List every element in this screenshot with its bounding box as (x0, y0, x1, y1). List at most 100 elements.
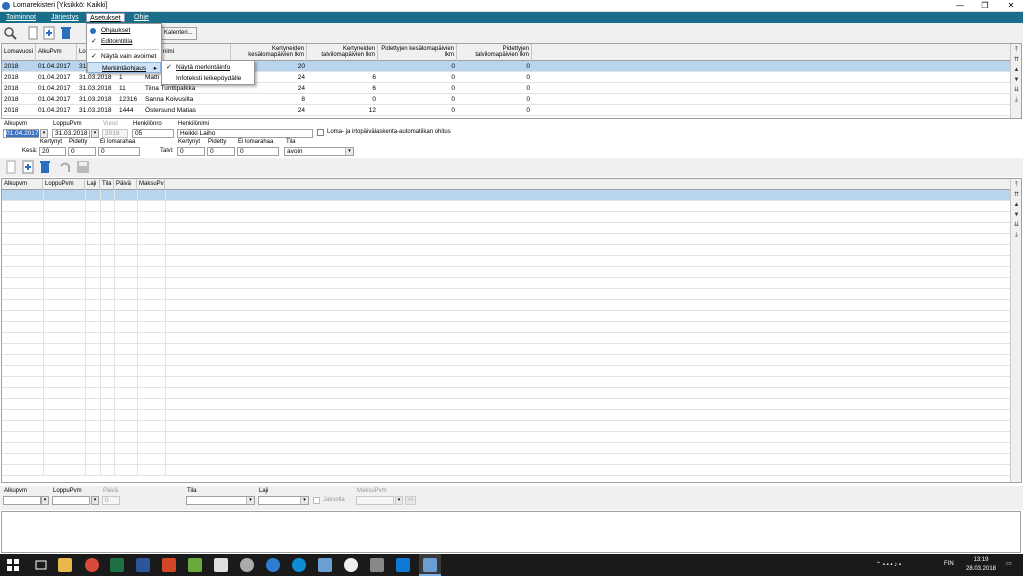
app-icon[interactable] (396, 558, 410, 572)
scroll-page-down-icon[interactable]: ⇊ (1012, 221, 1021, 230)
table-row[interactable] (2, 289, 1011, 300)
word-icon[interactable] (136, 558, 150, 572)
scroll-page-up-icon[interactable]: ⇈ (1012, 56, 1021, 65)
table-row[interactable] (2, 465, 1011, 476)
language-indicator[interactable]: FIN (944, 561, 954, 567)
loppupvm-calendar-icon[interactable]: ▾ (91, 129, 99, 138)
app-icon[interactable] (188, 558, 202, 572)
filter-tila-select[interactable]: ▾ (186, 496, 255, 505)
menu-item-infoteksti[interactable]: Infoteksti leikepöydälle (162, 73, 254, 84)
app-icon[interactable] (344, 558, 358, 572)
table-row[interactable] (2, 223, 1011, 234)
table-row[interactable] (2, 278, 1011, 289)
table-row[interactable] (2, 410, 1011, 421)
clock-date[interactable]: 28.03.2018 (963, 566, 999, 572)
table-row[interactable] (2, 443, 1011, 454)
henkilonimi-field[interactable]: Heikki Laiho (177, 129, 313, 138)
table-row[interactable] (2, 311, 1011, 322)
filter-laji-select[interactable]: ▾ (258, 496, 309, 505)
alkupvm-calendar-icon[interactable]: ▾ (40, 129, 48, 138)
col-kertyneet-kesa[interactable]: Kertyneiden kesälomapäivien lkm (231, 44, 307, 61)
scroll-first-icon[interactable]: ⤒ (1012, 46, 1021, 55)
table-row[interactable] (2, 300, 1011, 311)
powerpoint-icon[interactable] (162, 558, 176, 572)
scroll-up-icon[interactable]: ▲ (1012, 201, 1021, 210)
table-row[interactable] (2, 344, 1011, 355)
loppupvm-field[interactable]: 31.03.2018 (52, 129, 90, 138)
task-view-icon[interactable] (34, 558, 48, 572)
windows-start-icon[interactable] (6, 558, 20, 572)
talvi-kertynyt-field[interactable]: 0 (177, 147, 205, 156)
col-alkupvm[interactable]: AlkuPvm (36, 44, 77, 61)
col-d-paiva[interactable]: Päivä (114, 179, 137, 190)
menu-asetukset[interactable]: Asetukset (86, 13, 125, 22)
col-d-maksupv[interactable]: MaksuPv (137, 179, 165, 190)
calendar-button[interactable]: Kalenteri... (160, 27, 197, 40)
search-icon[interactable] (3, 26, 17, 40)
scroll-last-icon[interactable]: ⤓ (1012, 231, 1021, 240)
table-row[interactable] (2, 256, 1011, 267)
delete-icon[interactable] (38, 160, 52, 174)
restore-button[interactable]: ❐ (973, 0, 997, 12)
col-kertyneet-talvi[interactable]: Kertyneiden talvilomapäivien lkm (307, 44, 378, 61)
col-pidetyt-talvi[interactable]: Pidettyjen talvilomapäivien lkm (457, 44, 532, 61)
calculator-icon[interactable] (214, 558, 228, 572)
table-row[interactable]: 2018 01.04.2017 31.03.2018 11 Tiina Tunttipa… (2, 83, 1011, 94)
menu-item-nayta-vain-avoimet[interactable]: ✓ Näytä vain avoimet (87, 51, 161, 62)
scroll-down-icon[interactable]: ▼ (1012, 76, 1021, 85)
col-lomavuosi[interactable]: Lomavuosi (2, 44, 36, 61)
menu-item-editointitila[interactable]: ✓ Editointitila (87, 36, 161, 47)
delete-icon[interactable] (59, 26, 73, 40)
menu-jarjestys[interactable]: Järjestys (48, 13, 82, 22)
menu-item-nayta-merkintainfo[interactable]: ✓ Näytä merkintäinfo (162, 62, 254, 73)
table-row[interactable] (2, 245, 1011, 256)
filter-alkupvm-calendar-icon[interactable]: ▾ (41, 496, 49, 505)
scroll-last-icon[interactable]: ⤓ (1012, 96, 1021, 105)
lomarekisteri-taskbar-icon[interactable] (423, 558, 437, 572)
menu-item-ohjaukset[interactable]: Ohjaukset (87, 25, 161, 36)
minimize-button[interactable]: — (948, 0, 972, 12)
detail-grid-scroll[interactable]: ⤒ ⇈ ▲ ▼ ⇊ ⤓ (1010, 179, 1021, 482)
add-icon[interactable] (21, 160, 35, 174)
table-row[interactable] (2, 190, 1011, 201)
table-row[interactable] (2, 201, 1011, 212)
filter-loppupvm-field[interactable] (52, 496, 90, 505)
jaksolla-checkbox[interactable] (313, 497, 320, 504)
table-row[interactable] (2, 454, 1011, 465)
app-icon[interactable] (370, 558, 384, 572)
table-row[interactable] (2, 234, 1011, 245)
menu-ohje[interactable]: Ohje (131, 13, 152, 22)
col-d-laji[interactable]: Laji (85, 179, 100, 190)
menu-toiminnot[interactable]: Toiminnot (3, 13, 39, 22)
table-row[interactable] (2, 388, 1011, 399)
table-row[interactable]: 2018 01.04.2017 31.03.2018 12316 Sanna Koivu… (2, 94, 1011, 105)
save-icon[interactable] (76, 160, 90, 174)
auto-override-checkbox[interactable] (317, 129, 324, 136)
table-row[interactable] (2, 399, 1011, 410)
chrome-icon[interactable] (85, 558, 99, 572)
tray-icons[interactable]: ⌃ ▪ ▪ ▪ ♪ ▪ (876, 561, 901, 568)
kesa-ei-lomarahaa-field[interactable]: 0 (98, 147, 140, 156)
table-row[interactable] (2, 355, 1011, 366)
scroll-page-up-icon[interactable]: ⇈ (1012, 191, 1021, 200)
scroll-up-icon[interactable]: ▲ (1012, 66, 1021, 75)
close-button[interactable]: ✕ (999, 0, 1023, 12)
table-row[interactable] (2, 366, 1011, 377)
file-explorer-icon[interactable] (58, 558, 72, 572)
table-row[interactable]: 2018 01.04.2017 31.03.2018 1444 Östersund Ma… (2, 105, 1011, 116)
notifications-icon[interactable]: ▭ (1006, 560, 1012, 567)
new-document-icon[interactable] (4, 160, 18, 174)
table-row[interactable] (2, 377, 1011, 388)
table-row[interactable] (2, 432, 1011, 443)
col-pidetyt-kesa[interactable]: Pidettyjen kesälomapäivien lkm (378, 44, 457, 61)
clock-time[interactable]: 13:19 (966, 557, 996, 563)
add-icon[interactable] (42, 26, 56, 40)
alkupvm-field[interactable]: 01.04.2017 (3, 129, 39, 138)
table-row[interactable] (2, 267, 1011, 278)
col-d-loppupvm[interactable]: LoppuPvm (43, 179, 85, 190)
new-document-icon[interactable] (26, 26, 40, 40)
app-icon[interactable] (318, 558, 332, 572)
talvi-pidetty-field[interactable]: 0 (207, 147, 235, 156)
henkilonro-field[interactable]: 05 (132, 129, 174, 138)
undo-icon[interactable] (58, 160, 72, 174)
